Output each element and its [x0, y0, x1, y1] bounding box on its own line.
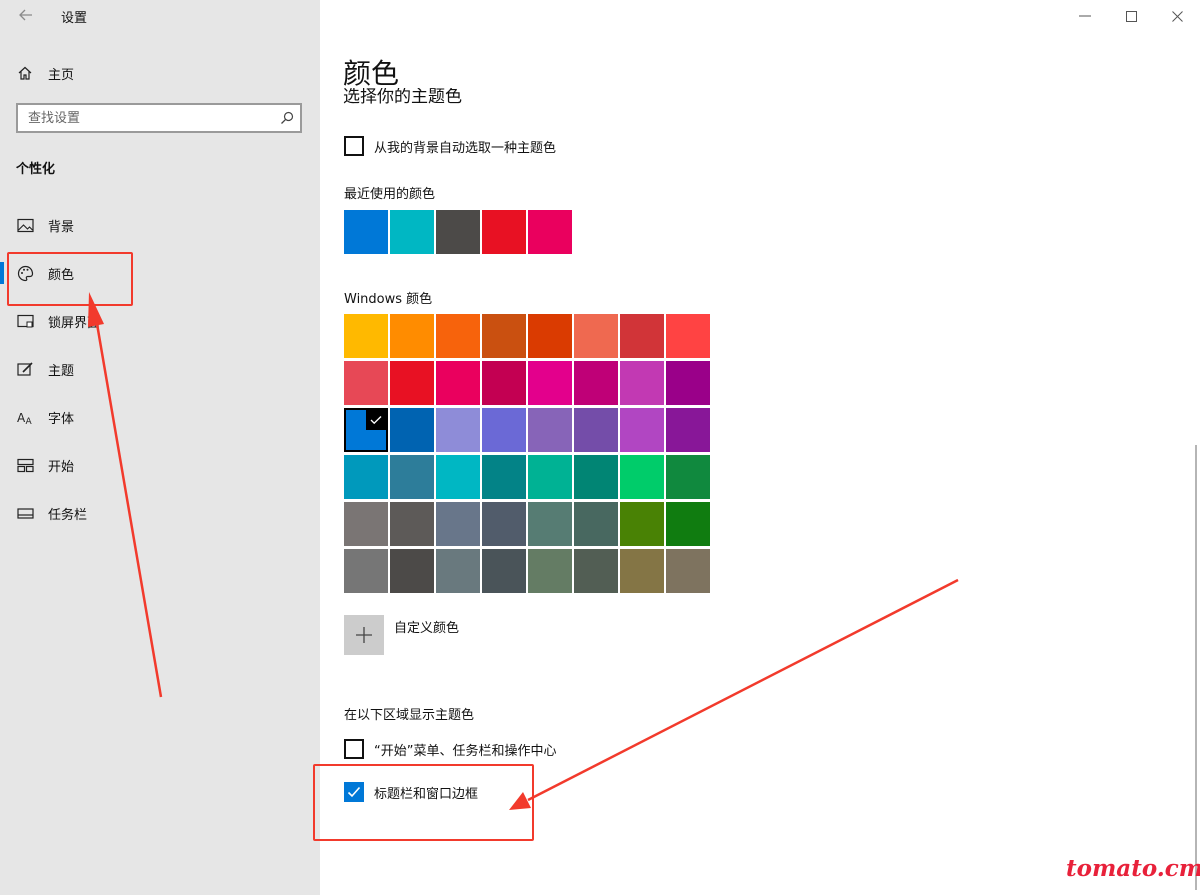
watermark: tomato.cm [1066, 855, 1200, 882]
annotation-arrow-up [88, 292, 163, 698]
annotation-arrows [88, 292, 959, 810]
annotation-arrow-left [509, 578, 959, 810]
